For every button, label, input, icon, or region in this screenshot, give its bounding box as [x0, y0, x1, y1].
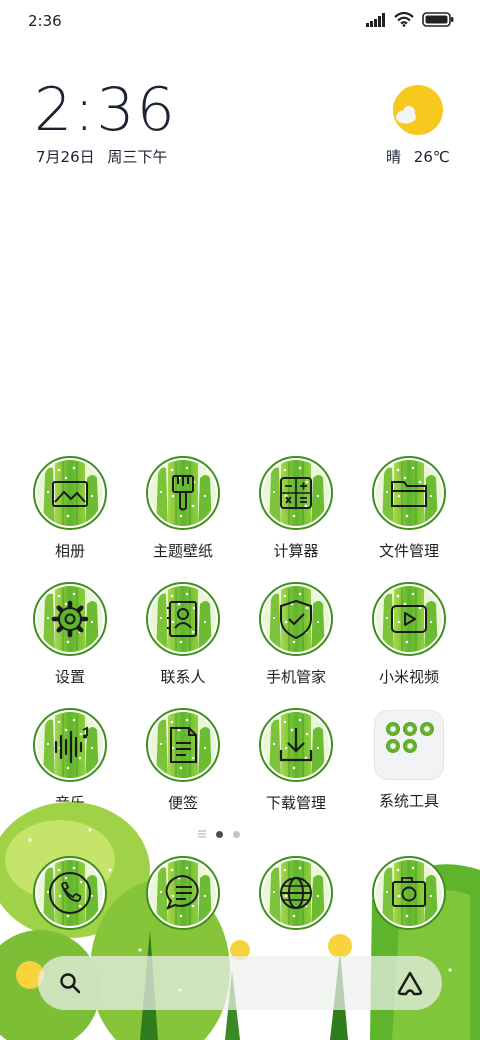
app-label: 手机管家: [265, 668, 326, 686]
signal-icon: [366, 12, 385, 27]
app-label: 小米视频: [378, 668, 439, 686]
mini-app-icon: [420, 722, 434, 736]
camera-icon: [372, 856, 446, 930]
clock-date[interactable]: 7月26日 周三下午: [36, 146, 167, 167]
mini-app-icon: [403, 739, 417, 753]
contacts-icon: [146, 582, 220, 656]
weekday-text: 周三: [107, 148, 138, 166]
weather-text[interactable]: 晴 26℃: [386, 146, 450, 167]
folder-preview: [374, 710, 444, 780]
period-text: 下午: [137, 148, 168, 166]
app-calculator[interactable]: 计算器: [240, 456, 352, 561]
dock: [0, 856, 480, 936]
assistant-icon[interactable]: [396, 970, 424, 996]
mini-app-icon: [386, 722, 400, 736]
app-security[interactable]: 手机管家: [240, 582, 352, 687]
app-video[interactable]: 小米视频: [353, 582, 465, 687]
mini-app-icon: [403, 722, 417, 736]
mini-app-icon: [386, 739, 400, 753]
calculator-icon: [259, 456, 333, 530]
app-system-tools-folder[interactable]: 系统工具: [353, 708, 465, 811]
weather-condition: 晴: [386, 148, 402, 166]
app-notes[interactable]: 便签: [127, 708, 239, 813]
app-themes[interactable]: 主题壁纸: [127, 456, 239, 561]
status-bar: 2:36: [0, 0, 480, 44]
download-icon: [259, 708, 333, 782]
app-label: 联系人: [160, 668, 206, 686]
status-icons: [366, 12, 454, 27]
app-file-manager[interactable]: 文件管理: [353, 456, 465, 561]
folder-group-icon: [372, 710, 446, 784]
dock-phone[interactable]: [14, 856, 126, 934]
folder-icon: [372, 456, 446, 530]
gear-icon: [33, 582, 107, 656]
music-wave-icon: [33, 708, 107, 782]
date-text: 7月26日: [36, 148, 95, 166]
message-icon: [146, 856, 220, 930]
weather-temperature: 26℃: [413, 148, 450, 166]
browser-icon: [259, 856, 333, 930]
wifi-icon: [394, 12, 414, 27]
app-label: 文件管理: [378, 542, 439, 560]
dock-browser[interactable]: [240, 856, 352, 934]
app-label: 相册: [54, 542, 85, 560]
gallery-icon: [33, 456, 107, 530]
app-contacts[interactable]: 联系人: [127, 582, 239, 687]
status-time: 2:36: [28, 12, 62, 30]
notes-icon: [146, 708, 220, 782]
dock-messages[interactable]: [127, 856, 239, 934]
app-label: 设置: [54, 668, 85, 686]
search-bar[interactable]: [38, 956, 442, 1010]
sun-cloud-icon[interactable]: [392, 84, 444, 136]
shield-icon: [259, 582, 333, 656]
app-downloads[interactable]: 下载管理: [240, 708, 352, 813]
app-label: 计算器: [273, 542, 319, 560]
brush-icon: [146, 456, 220, 530]
battery-icon: [422, 12, 454, 27]
search-icon[interactable]: [58, 971, 82, 995]
play-icon: [372, 582, 446, 656]
app-music[interactable]: 音乐: [14, 708, 126, 813]
app-settings[interactable]: 设置: [14, 582, 126, 687]
clock-time[interactable]: 2:36: [34, 78, 177, 142]
phone-icon: [33, 856, 107, 930]
app-gallery[interactable]: 相册: [14, 456, 126, 561]
dock-camera[interactable]: [353, 856, 465, 934]
app-label: 主题壁纸: [152, 542, 213, 560]
